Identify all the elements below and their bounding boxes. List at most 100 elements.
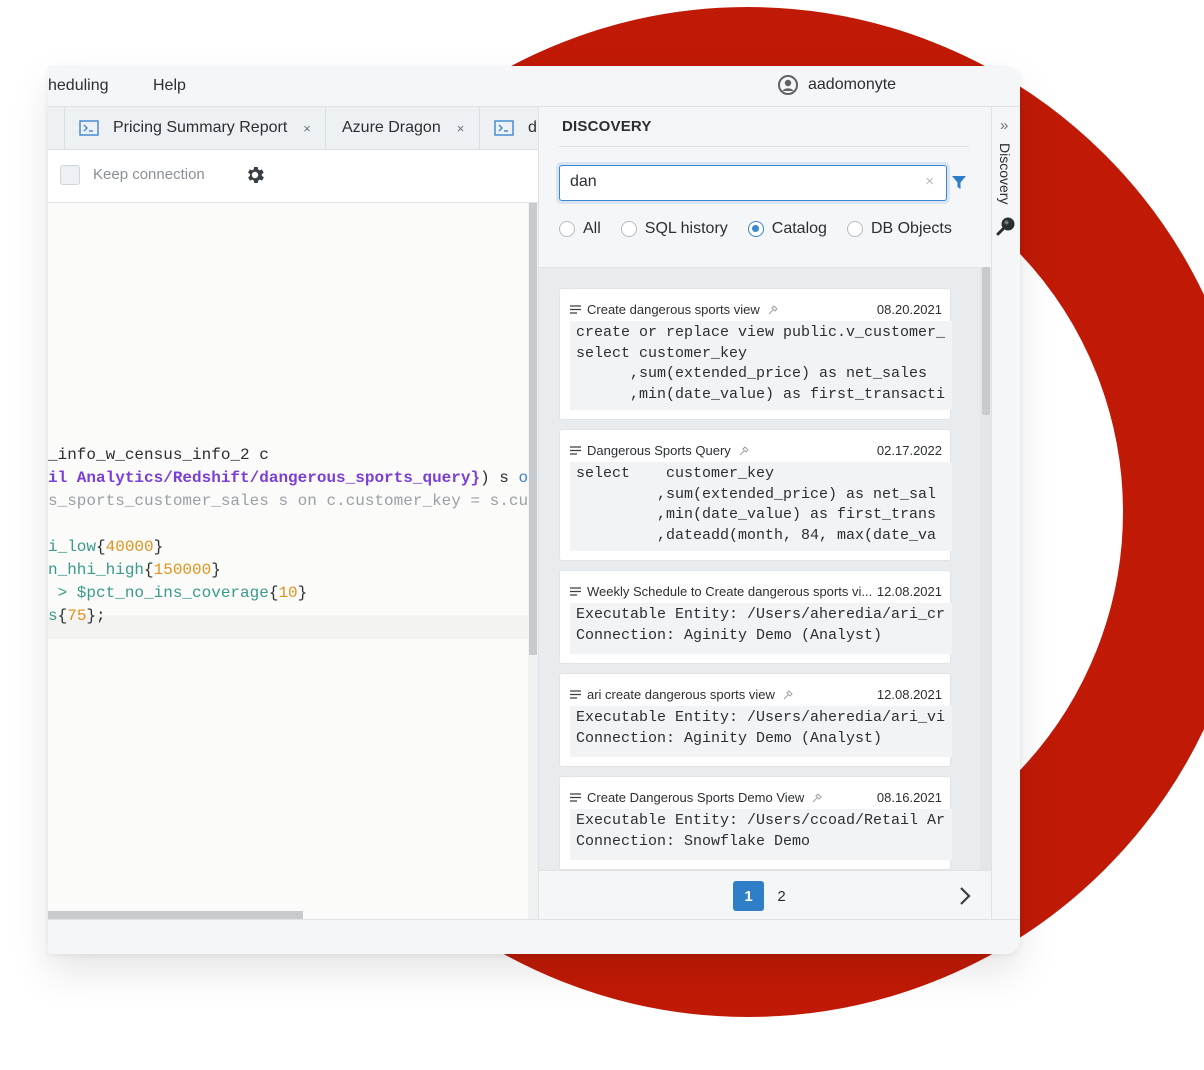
result-title: Dangerous Sports Query (587, 442, 731, 458)
tab-d[interactable]: d (479, 107, 540, 149)
search-magnifier-icon[interactable] (996, 215, 1018, 237)
result-title: Weekly Schedule to Create dangerous spor… (587, 583, 873, 599)
result-header: ari create dangerous sports view 12.08.2… (570, 684, 942, 704)
result-date: 12.08.2021 (876, 583, 942, 599)
tab-pricing-summary-report[interactable]: Pricing Summary Report × (64, 107, 326, 149)
result-title: ari create dangerous sports view (587, 686, 775, 702)
result-card[interactable]: Create dangerous sports view 08.20.2021 … (559, 288, 952, 420)
result-header: Dangerous Sports Query 02.17.2022 (570, 440, 942, 460)
tab-close-icon[interactable]: × (457, 121, 465, 136)
menubar: heduling Help aadomonyte (48, 66, 1020, 107)
code-line: > $pct_no_ins_coverage{10} (48, 584, 308, 602)
radio-catalog[interactable]: Catalog (747, 220, 827, 238)
radio-sql-history[interactable]: SQL history (620, 220, 728, 238)
radio-button[interactable] (846, 221, 863, 237)
result-date: 08.20.2021 (876, 301, 942, 317)
result-header: Create dangerous sports view 08.20.2021 (570, 299, 942, 319)
result-preview: Executable Entity: /Users/aheredia/ari_v… (570, 706, 952, 757)
tab-close-icon[interactable]: × (303, 121, 311, 136)
tab-azure-dragon[interactable]: Azure Dragon × (325, 107, 479, 149)
pin-icon[interactable] (812, 792, 823, 803)
pin-icon[interactable] (783, 689, 794, 700)
preview-line: Executable Entity: /Users/aheredia/ari_c… (576, 606, 946, 623)
editor-toolbar: Keep connection (48, 150, 538, 203)
preview-line: Executable Entity: /Users/ccoad/Retail A… (576, 812, 946, 829)
result-card[interactable]: Dangerous Sports Query 02.17.2022 select… (559, 429, 952, 561)
scrollbar-thumb[interactable] (982, 267, 990, 415)
lines-icon (570, 304, 581, 314)
result-card[interactable]: Create Dangerous Sports Demo View 08.16.… (559, 776, 952, 870)
clear-search-icon[interactable]: × (925, 173, 934, 190)
code-line: il Analytics/Redshift/dangerous_sports_q… (48, 469, 528, 487)
radio-db-objects[interactable]: DB Objects (846, 220, 952, 238)
panel-title: DISCOVERY (562, 118, 652, 135)
radio-button[interactable] (559, 221, 575, 237)
keep-connection-checkbox[interactable] (60, 165, 80, 185)
rail-discovery-tab[interactable]: Discovery (997, 143, 1013, 204)
menu-help[interactable]: Help (153, 77, 186, 95)
divider (559, 146, 969, 147)
lines-icon (570, 445, 581, 455)
status-bar (48, 919, 1020, 954)
result-card[interactable]: ari create dangerous sports view 12.08.2… (559, 673, 952, 767)
preview-line: select customer_key (576, 465, 775, 482)
radio-button-selected[interactable] (747, 221, 764, 237)
tab-strip: Pricing Summary Report × Azure Dragon × … (48, 107, 538, 150)
result-preview: Executable Entity: /Users/ccoad/Retail A… (570, 809, 952, 860)
gear-icon[interactable] (244, 164, 266, 186)
page-1-button[interactable]: 1 (733, 881, 764, 911)
chevron-right-icon[interactable] (959, 886, 971, 906)
lines-icon (570, 792, 581, 802)
preview-line: Connection: Snowflake Demo (576, 832, 811, 850)
result-header: Create Dangerous Sports Demo View 08.16.… (570, 787, 942, 807)
search-scope-radios: All SQL history Catalog DB Objects (559, 220, 952, 238)
scrollbar-thumb[interactable] (529, 203, 537, 655)
code-line: s{75}; (48, 607, 106, 625)
sql-editor[interactable]: _info_w_census_info_2 c il Analytics/Red… (48, 203, 528, 919)
result-title: Create Dangerous Sports Demo View (587, 789, 805, 805)
result-title: Create dangerous sports view (587, 301, 760, 317)
page-2-button[interactable]: 2 (766, 881, 797, 911)
side-rail: » Discovery (991, 107, 1020, 919)
preview-line: Executable Entity: /Users/aheredia/ari_v… (576, 709, 946, 726)
user-menu[interactable]: aadomonyte (778, 75, 896, 95)
user-avatar-icon (778, 75, 798, 95)
username: aadomonyte (808, 76, 897, 93)
terminal-icon (494, 120, 514, 136)
preview-line: ,sum(extended_price) as net_sales (576, 365, 928, 382)
menu-scheduling[interactable]: heduling (48, 77, 109, 95)
search-input[interactable] (560, 166, 910, 198)
result-date: 12.08.2021 (876, 686, 942, 702)
app-window: heduling Help aadomonyte Pricing Summary… (48, 66, 1020, 954)
pagination: 1 2 (539, 870, 992, 920)
code-line: s_sports_customer_sales s on c.customer_… (48, 492, 528, 510)
filter-icon[interactable] (952, 176, 966, 190)
terminal-icon (79, 120, 99, 136)
double-chevron-right-icon[interactable]: » (1000, 117, 1008, 134)
result-header: Weekly Schedule to Create dangerous spor… (570, 581, 942, 601)
preview-line: ,min(date_value) as first_trans (576, 506, 937, 523)
result-preview: Executable Entity: /Users/aheredia/ari_c… (570, 603, 952, 654)
result-date: 02.17.2022 (876, 442, 942, 458)
keep-connection-label: Keep connection (93, 166, 205, 183)
preview-line: Connection: Aginity Demo (Analyst) (576, 626, 883, 644)
radio-all[interactable]: All (559, 220, 601, 238)
preview-line: ,dateadd(month, 84, max(date_va (576, 526, 937, 544)
result-preview: create or replace view public.v_customer… (570, 321, 952, 410)
tab-label: Azure Dragon (342, 119, 441, 136)
editor-vertical-scrollbar[interactable] (528, 203, 538, 919)
horizontal-scrollbar[interactable] (48, 911, 303, 919)
result-card[interactable]: Weekly Schedule to Create dangerous spor… (559, 570, 952, 664)
pin-icon[interactable] (739, 445, 750, 456)
radio-button[interactable] (620, 221, 637, 237)
tab-label: d (528, 119, 537, 136)
preview-line: create or replace view public.v_customer… (576, 324, 946, 341)
preview-line: ,sum(extended_price) as net_sal (576, 485, 937, 503)
preview-line: Connection: Aginity Demo (Analyst) (576, 729, 883, 747)
result-date: 08.16.2021 (876, 789, 942, 805)
preview-line: ,min(date_value) as first_transacti (576, 385, 946, 403)
pin-icon[interactable] (768, 304, 779, 315)
results-list: Create dangerous sports view 08.20.2021 … (539, 267, 980, 871)
editor-pane: Pricing Summary Report × Azure Dragon × … (48, 107, 538, 919)
tab-label: Pricing Summary Report (113, 119, 288, 136)
